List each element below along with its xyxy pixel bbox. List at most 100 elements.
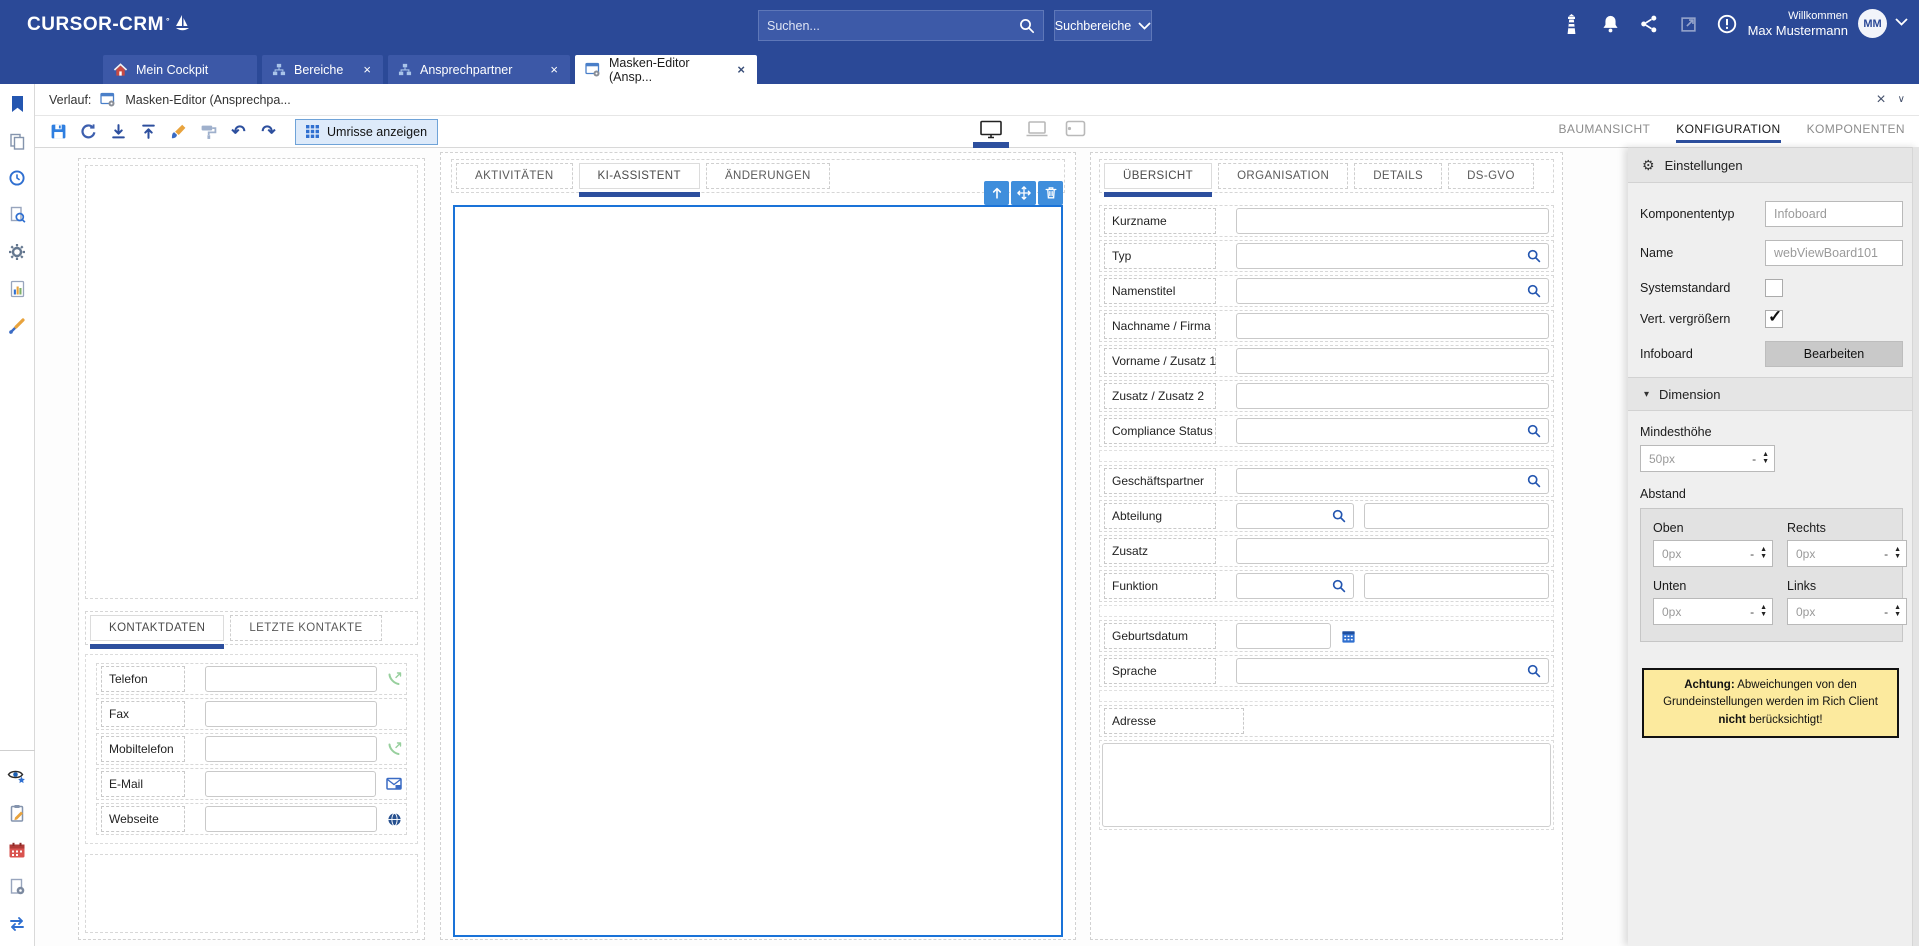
lighthouse-icon[interactable] <box>1560 13 1582 35</box>
document-gear-icon[interactable] <box>5 875 29 899</box>
field-row-vorname[interactable]: Vorname / Zusatz 1 <box>1099 345 1554 377</box>
tab-konfiguration[interactable]: KONFIGURATION <box>1676 122 1780 143</box>
adresse-textarea[interactable] <box>1102 743 1551 827</box>
tab-aktivitaeten[interactable]: AKTIVITÄTEN <box>456 163 573 189</box>
tab-bereiche[interactable]: Bereiche × <box>262 55 383 84</box>
field-label[interactable]: Fax <box>101 701 185 727</box>
lookup-search-icon[interactable] <box>1527 664 1541 678</box>
nachname-input[interactable] <box>1236 313 1549 339</box>
funktion-key-input[interactable] <box>1236 573 1354 599</box>
field-label[interactable]: Kurzname <box>1104 208 1216 234</box>
lookup-search-icon[interactable] <box>1527 474 1541 488</box>
empty-component-area[interactable] <box>85 165 418 599</box>
bookmark-icon[interactable] <box>5 92 29 116</box>
field-label[interactable]: E-Mail <box>101 771 185 797</box>
laptop-preview-button[interactable] <box>1025 120 1049 139</box>
field-label[interactable]: Geschäftspartner <box>1104 468 1216 494</box>
lookup-search-icon[interactable] <box>1527 424 1541 438</box>
close-panel-icon[interactable]: × <box>1876 91 1885 109</box>
webseite-input[interactable] <box>205 806 377 832</box>
refresh-icon[interactable] <box>75 119 102 145</box>
field-label[interactable]: Vorname / Zusatz 1 <box>1104 348 1216 374</box>
calendar-picker-icon[interactable] <box>1341 629 1356 644</box>
open-external-icon[interactable] <box>1677 13 1699 35</box>
oben-spinner[interactable]: 0px - ▲▼ <box>1653 540 1773 567</box>
field-row-webseite[interactable]: Webseite <box>96 803 407 835</box>
save-icon[interactable] <box>45 119 72 145</box>
komponententyp-input[interactable]: Infoboard <box>1765 201 1903 227</box>
field-row-email[interactable]: E-Mail <box>96 768 407 800</box>
collapse-panel-icon[interactable]: ∨ <box>1898 94 1905 105</box>
fax-input[interactable] <box>205 701 377 727</box>
search-input[interactable] <box>767 19 1019 33</box>
field-row-kurzname[interactable]: Kurzname <box>1099 205 1554 237</box>
document-search-icon[interactable] <box>5 203 29 227</box>
field-row-fax[interactable]: Fax <box>96 698 407 730</box>
name-input[interactable]: webViewBoard101 <box>1765 240 1903 266</box>
field-label[interactable]: Namenstitel <box>1104 278 1216 304</box>
close-tab-icon[interactable]: × <box>735 63 747 76</box>
field-label[interactable]: Abteilung <box>1104 503 1216 529</box>
field-row-namenstitel[interactable]: Namenstitel <box>1099 275 1554 307</box>
field-row-compliance[interactable]: Compliance Status <box>1099 415 1554 447</box>
spin-down-icon[interactable]: ▼ <box>1760 612 1767 619</box>
move-drag-button[interactable] <box>1011 181 1036 205</box>
field-row-zusatz2[interactable]: Zusatz / Zusatz 2 <box>1099 380 1554 412</box>
panel-center-ki[interactable]: AKTIVITÄTEN KI-ASSISTENT ÄNDERUNGEN <box>440 152 1076 940</box>
report-document-icon[interactable] <box>5 277 29 301</box>
tools-icon[interactable] <box>5 314 29 338</box>
compliance-input[interactable] <box>1236 418 1549 444</box>
field-label[interactable]: Webseite <box>101 806 185 832</box>
tab-masken-editor[interactable]: Masken-Editor (Ansp... × <box>575 55 757 84</box>
field-label[interactable]: Mobiltelefon <box>101 736 185 762</box>
field-label[interactable]: Zusatz / Zusatz 2 <box>1104 383 1216 409</box>
tablet-preview-button[interactable] <box>1065 120 1086 137</box>
spin-down-icon[interactable]: ▼ <box>1894 554 1901 561</box>
telefon-input[interactable] <box>205 666 377 692</box>
field-row-abteilung[interactable]: Abteilung <box>1099 500 1554 532</box>
mindesthoehe-spinner[interactable]: 50px - ▲▼ <box>1640 445 1775 472</box>
lookup-search-icon[interactable] <box>1527 249 1541 263</box>
tab-uebersicht[interactable]: ÜBERSICHT <box>1104 163 1212 189</box>
gear-icon[interactable] <box>5 240 29 264</box>
tab-details[interactable]: DETAILS <box>1354 163 1442 189</box>
search-scope-button[interactable]: Suchbereiche <box>1054 10 1152 41</box>
tab-ds-gvo[interactable]: DS-GVO <box>1448 163 1534 189</box>
field-row-telefon[interactable]: Telefon <box>96 663 407 695</box>
field-label[interactable]: Funktion <box>1104 573 1216 599</box>
copy-pages-icon[interactable] <box>5 129 29 153</box>
links-spinner[interactable]: 0px - ▲▼ <box>1787 598 1907 625</box>
paint-roller-icon[interactable] <box>195 119 222 145</box>
move-up-button[interactable] <box>984 181 1009 205</box>
close-tab-icon[interactable]: × <box>548 63 560 76</box>
history-clock-icon[interactable] <box>5 166 29 190</box>
email-input[interactable] <box>205 771 376 797</box>
field-row-geschaeftspartner[interactable]: Geschäftspartner <box>1099 465 1554 497</box>
field-row-adresse[interactable]: Adresse <box>1099 705 1554 737</box>
tab-kontaktdaten[interactable]: KONTAKTDATEN <box>90 615 224 641</box>
field-row-zusatz[interactable]: Zusatz <box>1099 535 1554 567</box>
settings-section-header[interactable]: ⚙ Einstellungen <box>1628 147 1919 183</box>
tab-letzte-kontakte[interactable]: LETZTE KONTAKTE <box>230 615 381 641</box>
dimension-section-header[interactable]: ▾ Dimension <box>1628 377 1919 411</box>
selected-component-stage[interactable] <box>453 205 1063 937</box>
notifications-bell-icon[interactable] <box>1599 13 1621 35</box>
redo-icon[interactable]: ↷ <box>255 119 282 145</box>
tab-baumansicht[interactable]: BAUMANSICHT <box>1559 122 1651 140</box>
geschaeftspartner-input[interactable] <box>1236 468 1549 494</box>
field-label[interactable]: Compliance Status <box>1104 418 1216 444</box>
tab-mein-cockpit[interactable]: Mein Cockpit <box>103 55 257 84</box>
mobiltelefon-input[interactable] <box>205 736 377 762</box>
field-row-sprache[interactable]: Sprache <box>1099 655 1554 687</box>
field-label[interactable]: Geburtsdatum <box>1104 623 1216 649</box>
calendar-icon[interactable] <box>5 838 29 862</box>
desktop-preview-button[interactable] <box>973 120 1009 148</box>
panel-left-column[interactable]: KONTAKTDATEN LETZTE KONTAKTE Telefon Fax… <box>78 158 425 940</box>
field-label[interactable]: Telefon <box>101 666 185 692</box>
abteilung-text-input[interactable] <box>1364 503 1549 529</box>
export-upload-icon[interactable] <box>135 119 162 145</box>
field-label[interactable]: Zusatz <box>1104 538 1216 564</box>
geburtsdatum-input[interactable] <box>1236 623 1331 649</box>
abteilung-key-input[interactable] <box>1236 503 1354 529</box>
tab-aenderungen[interactable]: ÄNDERUNGEN <box>706 163 830 189</box>
